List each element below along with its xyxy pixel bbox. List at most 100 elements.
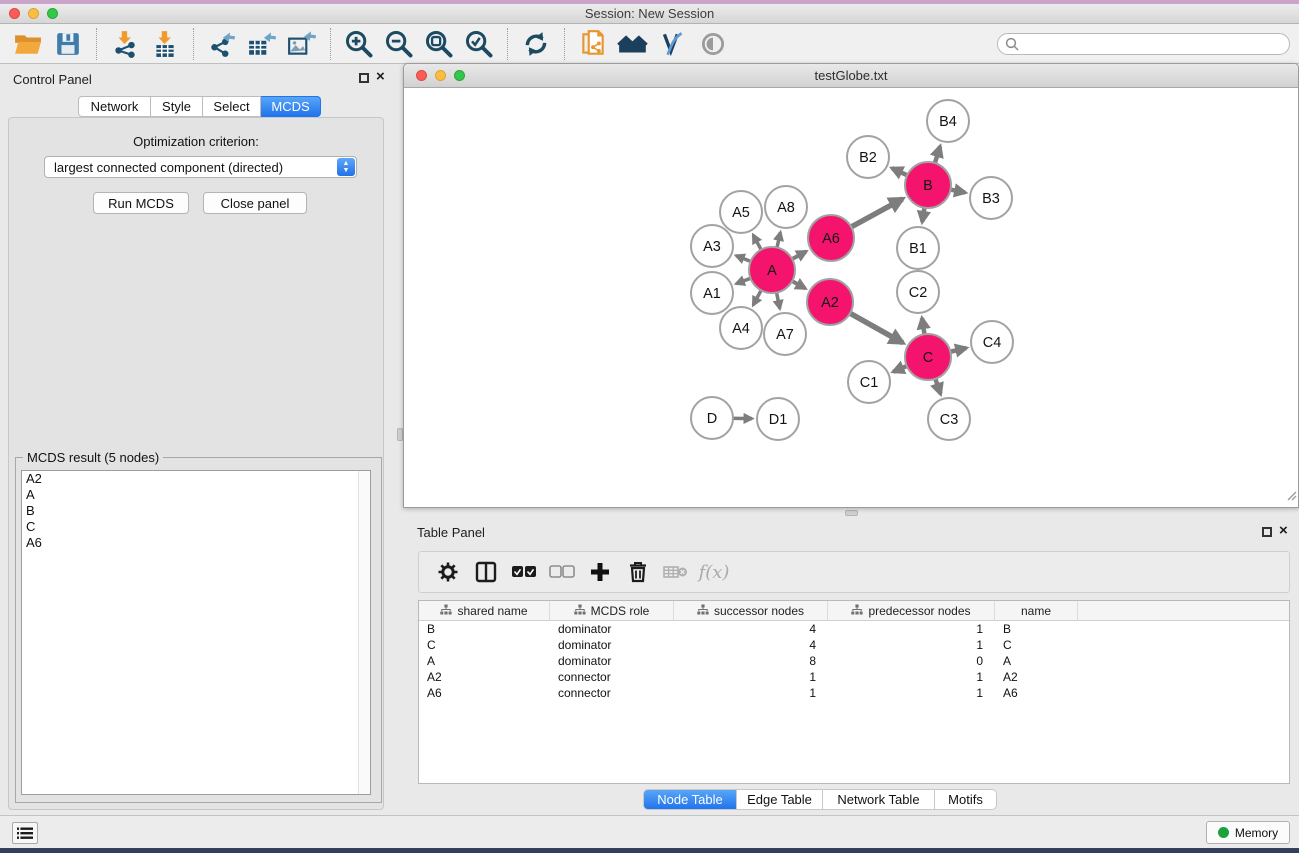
cell-predecessor-nodes[interactable]: 1 [828, 637, 995, 653]
cell-successor-nodes[interactable]: 1 [674, 669, 828, 685]
float-panel-icon[interactable] [359, 73, 369, 83]
cell-name[interactable]: B [995, 621, 1078, 637]
optimization-criterion-dropdown[interactable]: largest connected component (directed) ▲… [44, 156, 357, 178]
memory-button[interactable]: Memory [1206, 821, 1290, 844]
cell-shared-name[interactable]: A2 [419, 669, 550, 685]
mcds-result-list[interactable]: A2ABCA6 [21, 470, 371, 795]
tab-motifs[interactable]: Motifs [935, 789, 997, 810]
cell-MCDS-role[interactable]: dominator [550, 637, 674, 653]
shared-column-icon [440, 604, 452, 618]
tab-mcds[interactable]: MCDS [261, 96, 321, 117]
result-item-C[interactable]: C [22, 519, 370, 535]
tab-network[interactable]: Network [78, 96, 151, 117]
import-table-icon[interactable] [149, 28, 181, 60]
result-item-A2[interactable]: A2 [22, 471, 370, 487]
table-row[interactable]: A2connector11A2 [419, 669, 1289, 685]
node-label-B2: B2 [859, 150, 877, 166]
float-table-panel-icon[interactable] [1262, 527, 1272, 537]
cell-name[interactable]: A [995, 653, 1078, 669]
cell-predecessor-nodes[interactable]: 0 [828, 653, 995, 669]
cell-MCDS-role[interactable]: dominator [550, 653, 674, 669]
list-icon [17, 827, 33, 840]
network-window-titlebar[interactable]: testGlobe.txt [404, 64, 1298, 88]
refresh-layout-icon[interactable] [520, 28, 552, 60]
delete-columns-icon[interactable] [623, 557, 653, 587]
result-scrollbar[interactable] [358, 471, 370, 794]
cell-MCDS-role[interactable]: connector [550, 669, 674, 685]
import-network-icon[interactable] [109, 28, 141, 60]
resize-grip-icon[interactable] [1285, 488, 1297, 506]
open-file-icon[interactable] [12, 28, 44, 60]
column-header-MCDS-role[interactable]: MCDS role [550, 601, 674, 621]
cell-name[interactable]: A2 [995, 669, 1078, 685]
node-label-A3: A3 [703, 239, 721, 255]
result-item-A6[interactable]: A6 [22, 535, 370, 551]
cell-MCDS-role[interactable]: connector [550, 685, 674, 701]
tab-network-table[interactable]: Network Table [823, 789, 935, 810]
split-columns-icon[interactable] [471, 557, 501, 587]
column-label: MCDS role [591, 604, 650, 618]
close-panel-icon[interactable]: × [376, 68, 385, 86]
new-session-icon[interactable] [577, 28, 609, 60]
export-table-icon[interactable] [246, 28, 278, 60]
tab-style[interactable]: Style [151, 96, 203, 117]
cell-predecessor-nodes[interactable]: 1 [828, 685, 995, 701]
table-settings-icon[interactable] [433, 557, 463, 587]
cell-shared-name[interactable]: B [419, 621, 550, 637]
network-window-title: testGlobe.txt [404, 68, 1298, 83]
close-table-panel-icon[interactable]: × [1279, 522, 1288, 540]
task-history-button[interactable] [12, 822, 38, 844]
cell-name[interactable]: A6 [995, 685, 1078, 701]
cell-MCDS-role[interactable]: dominator [550, 621, 674, 637]
tab-node-table[interactable]: Node Table [643, 789, 737, 810]
column-header-shared-name[interactable]: shared name [419, 601, 550, 621]
column-header-successor-nodes[interactable]: successor nodes [674, 601, 828, 621]
table-row[interactable]: A6connector11A6 [419, 685, 1289, 701]
toolbar-separator [507, 28, 508, 60]
cell-shared-name[interactable]: A6 [419, 685, 550, 701]
column-header-name[interactable]: name [995, 601, 1078, 621]
result-item-B[interactable]: B [22, 503, 370, 519]
tab-edge-table[interactable]: Edge Table [737, 789, 823, 810]
zoom-in-icon[interactable] [343, 28, 375, 60]
table-row[interactable]: Cdominator41C [419, 637, 1289, 653]
cell-name[interactable]: C [995, 637, 1078, 653]
cell-shared-name[interactable]: C [419, 637, 550, 653]
select-all-columns-icon[interactable] [509, 557, 539, 587]
run-mcds-button[interactable]: Run MCDS [93, 192, 189, 214]
export-image-icon[interactable] [286, 28, 318, 60]
cell-successor-nodes[interactable]: 8 [674, 653, 828, 669]
table-row[interactable]: Bdominator41B [419, 621, 1289, 637]
control-panel: Control Panel × NetworkStyleSelectMCDS O… [0, 64, 391, 815]
node-label-A5: A5 [732, 205, 750, 221]
cell-successor-nodes[interactable]: 4 [674, 621, 828, 637]
toggle-graphics-details-icon[interactable] [657, 28, 689, 60]
cell-successor-nodes[interactable]: 1 [674, 685, 828, 701]
home-view-icon[interactable] [617, 28, 649, 60]
column-header-predecessor-nodes[interactable]: predecessor nodes [828, 601, 995, 621]
unselect-all-columns-icon[interactable] [547, 557, 577, 587]
cell-predecessor-nodes[interactable]: 1 [828, 669, 995, 685]
zoom-selected-icon[interactable] [463, 28, 495, 60]
cell-predecessor-nodes[interactable]: 1 [828, 621, 995, 637]
cell-successor-nodes[interactable]: 4 [674, 637, 828, 653]
save-session-icon[interactable] [52, 28, 84, 60]
mcds-result-group: MCDS result (5 nodes) A2ABCA6 [15, 457, 382, 803]
zoom-out-icon[interactable] [383, 28, 415, 60]
node-label-C3: C3 [940, 412, 959, 428]
splitter-handle-bottom[interactable] [845, 510, 858, 516]
node-label-A4: A4 [732, 321, 750, 337]
create-column-icon[interactable] [585, 557, 615, 587]
delete-table-icon[interactable] [661, 557, 691, 587]
cell-shared-name[interactable]: A [419, 653, 550, 669]
tab-select[interactable]: Select [203, 96, 261, 117]
zoom-fit-icon[interactable] [423, 28, 455, 60]
show-hide-panel-icon[interactable] [697, 28, 729, 60]
table-row[interactable]: Adominator80A [419, 653, 1289, 669]
result-item-A[interactable]: A [22, 487, 370, 503]
search-input[interactable] [997, 33, 1290, 55]
apply-function-icon[interactable]: f(x) [699, 557, 729, 587]
network-graph-canvas[interactable]: AA1A2A3A4A5A6A7A8BB1B2B3B4CC1C2C3C4DD1 [404, 88, 1298, 507]
export-network-icon[interactable] [206, 28, 238, 60]
close-panel-button[interactable]: Close panel [203, 192, 307, 214]
